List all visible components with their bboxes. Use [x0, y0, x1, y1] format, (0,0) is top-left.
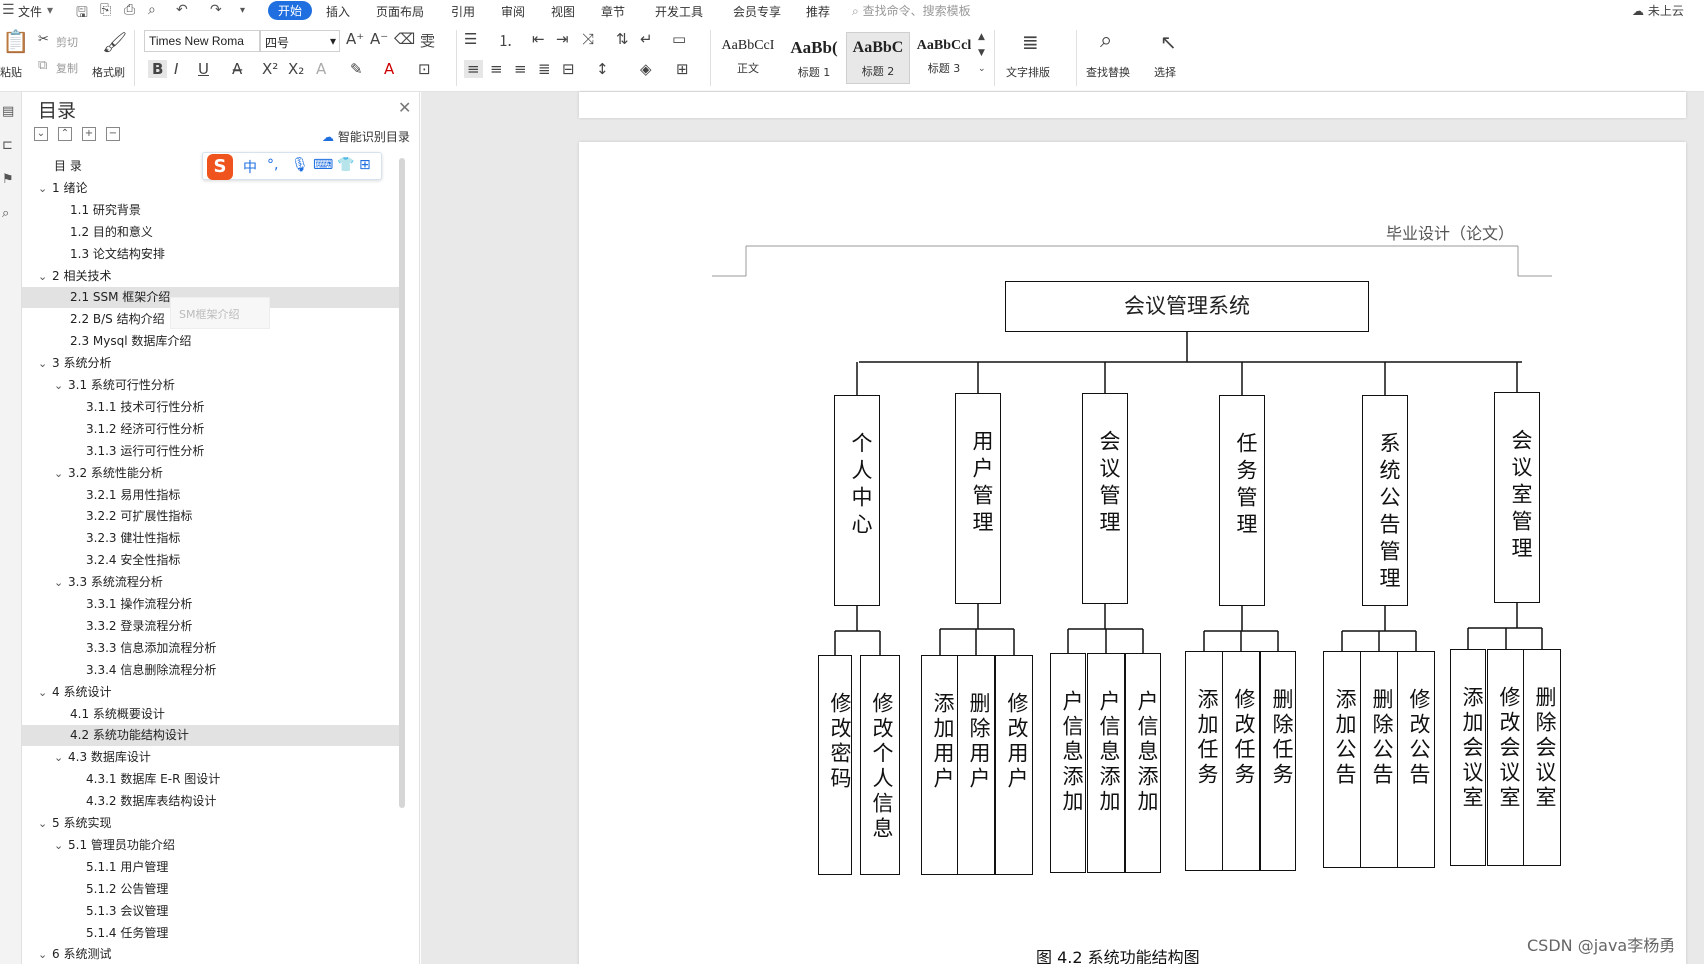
submodule-box: 户信息添加 [1125, 653, 1161, 873]
submodule-label: 修改公告 [1407, 688, 1431, 788]
root-label: 会议管理系统 [1124, 294, 1250, 318]
module-label: 系统公告管理 [1377, 432, 1401, 594]
submodule-label: 添加任务 [1195, 688, 1219, 788]
module-label: 会议室管理 [1509, 429, 1533, 564]
submodule-box: 删除公告 [1360, 651, 1398, 868]
module-box: 系统公告管理 [1362, 395, 1408, 606]
submodule-label: 户信息添加 [1097, 690, 1121, 815]
module-box: 会议室管理 [1494, 392, 1540, 603]
submodule-label: 修改会议室 [1497, 686, 1521, 811]
submodule-box: 户信息添加 [1050, 653, 1086, 873]
submodule-label: 户信息添加 [1135, 690, 1159, 815]
submodule-label: 户信息添加 [1060, 690, 1084, 815]
submodule-box: 修改会议室 [1487, 649, 1525, 866]
submodule-box: 修改个人信息 [860, 655, 900, 875]
submodule-box: 添加会议室 [1450, 649, 1486, 866]
module-box: 任务管理 [1219, 395, 1265, 606]
function-structure-diagram: 会议管理系统 个人中心修改密码 修改个人信息 用户管理添加用户 删除用户 修改用户 会议管… [0, 0, 1704, 964]
submodule-label: 添加用户 [931, 692, 955, 792]
submodule-box: 添加任务 [1185, 651, 1223, 871]
submodule-box: 删除用户 [957, 655, 995, 875]
submodule-box: 删除会议室 [1523, 649, 1561, 866]
module-label: 用户管理 [970, 430, 994, 538]
submodule-label: 添加会议室 [1460, 686, 1484, 811]
submodule-box: 删除任务 [1260, 651, 1296, 871]
submodule-label: 删除用户 [967, 692, 991, 792]
submodule-box: 修改任务 [1222, 651, 1260, 871]
submodule-box: 添加公告 [1323, 651, 1361, 868]
module-label: 任务管理 [1234, 432, 1258, 540]
submodule-box: 修改公告 [1397, 651, 1435, 868]
submodule-label: 修改个人信息 [870, 692, 894, 842]
module-box: 会议管理 [1082, 393, 1128, 604]
module-box: 用户管理 [955, 393, 1001, 604]
figure-caption: 图 4.2 系统功能结构图 [1036, 948, 1200, 964]
submodule-box: 添加用户 [921, 655, 959, 875]
submodule-label: 修改用户 [1005, 692, 1029, 792]
submodule-label: 删除公告 [1370, 688, 1394, 788]
submodule-box: 修改用户 [995, 655, 1033, 875]
wps-writer-window: ☰ 文件 ▾ 🖫 ⎘ ⎙ ⌕ ↶ ↷ ▾ 开始 插入 页面布局 引用 审阅 视图… [0, 0, 1704, 964]
submodule-box: 户信息添加 [1087, 653, 1125, 873]
submodule-label: 修改密码 [828, 692, 852, 792]
root-box: 会议管理系统 [1005, 281, 1369, 332]
submodule-label: 删除任务 [1270, 688, 1294, 788]
submodule-label: 修改任务 [1232, 688, 1256, 788]
submodule-label: 添加公告 [1333, 688, 1357, 788]
module-box: 个人中心 [834, 395, 880, 606]
submodule-box: 修改密码 [818, 655, 852, 875]
module-label: 会议管理 [1097, 430, 1121, 538]
submodule-label: 删除会议室 [1533, 686, 1557, 811]
csdn-watermark: CSDN @java李杨勇 [1527, 936, 1676, 955]
module-label: 个人中心 [849, 432, 873, 540]
